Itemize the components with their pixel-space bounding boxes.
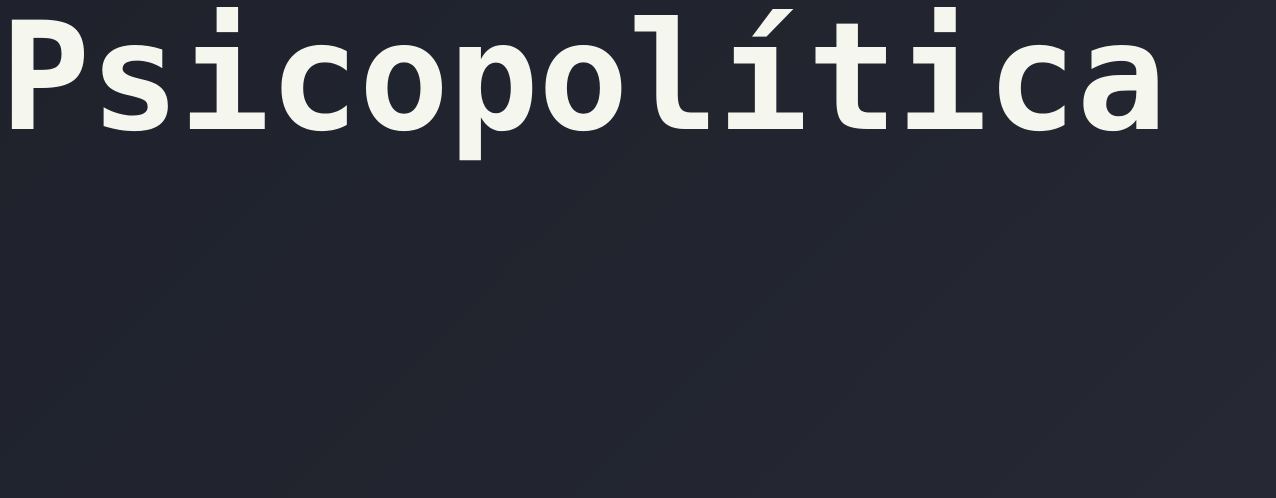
page-canvas: Psicopolítica (0, 0, 1276, 498)
page-title: Psicopolítica (0, 0, 1167, 165)
